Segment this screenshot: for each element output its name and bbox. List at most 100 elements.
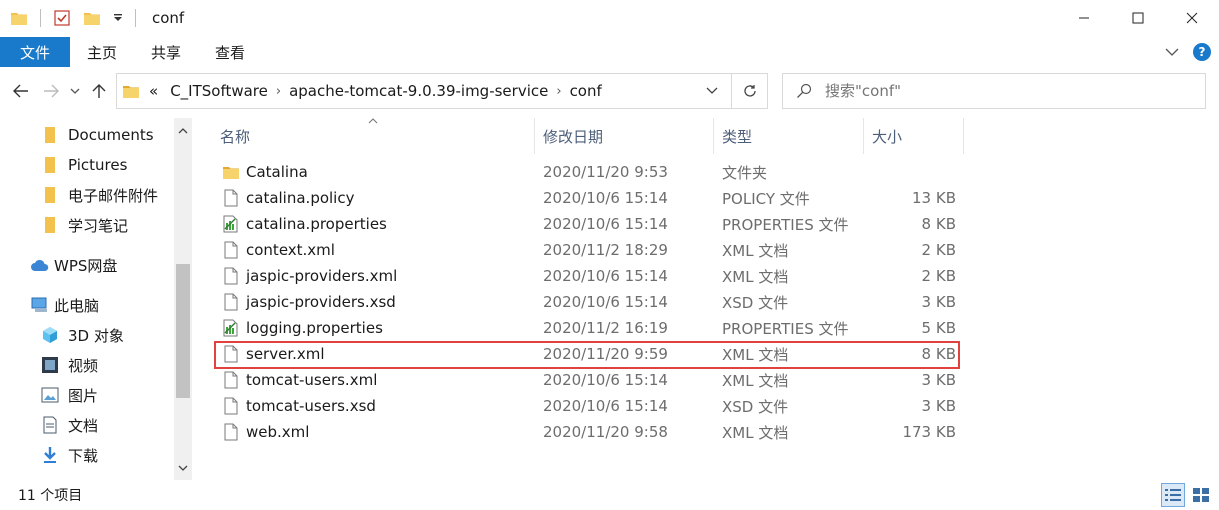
- file-name-cell[interactable]: jaspic-providers.xsd: [212, 292, 535, 312]
- breadcrumb-item[interactable]: conf: [564, 82, 608, 100]
- divider: [40, 9, 41, 27]
- file-name-cell[interactable]: server.xml: [212, 344, 535, 364]
- details-view-icon[interactable]: [1161, 483, 1185, 507]
- chevron-right-icon[interactable]: ›: [274, 84, 283, 99]
- file-name-cell[interactable]: web.xml: [212, 422, 535, 442]
- sidebar-item-label: 文档: [68, 416, 99, 435]
- file-name-cell[interactable]: context.xml: [212, 240, 535, 260]
- file-name: Catalina: [246, 163, 308, 181]
- column-header-label: 名称: [220, 127, 251, 146]
- video-icon: [40, 355, 60, 375]
- properties-file-icon: [222, 318, 240, 338]
- chevron-right-icon[interactable]: ›: [554, 84, 563, 99]
- ribbon-right: ?: [1165, 37, 1211, 67]
- column-header-name[interactable]: 名称: [212, 118, 535, 154]
- file-row[interactable]: jaspic-providers.xml 2020/10/6 15:14 XML 文…: [212, 263, 964, 289]
- tab-view[interactable]: 查看: [198, 37, 262, 67]
- file-name-cell[interactable]: Catalina: [212, 162, 535, 182]
- properties-check-icon[interactable]: [53, 9, 71, 27]
- file-row[interactable]: context.xml 2020/11/2 18:29 XML 文档 2 KB: [212, 237, 964, 263]
- up-arrow-icon[interactable]: [88, 80, 110, 102]
- properties-file-icon: [222, 214, 240, 234]
- file-icon: [222, 188, 240, 208]
- file-type: XML 文档: [722, 345, 789, 364]
- window-controls: [1057, 0, 1219, 36]
- file-name-cell[interactable]: logging.properties: [212, 318, 535, 338]
- quick-access-toolbar: [10, 9, 148, 27]
- sidebar-item-study-notes[interactable]: 学习笔记: [40, 211, 196, 239]
- file-row[interactable]: server.xml 2020/11/20 9:59 XML 文档 8 KB: [212, 341, 964, 367]
- sidebar-item-wps-drive[interactable]: WPS网盘: [30, 251, 196, 279]
- refresh-button[interactable]: [731, 74, 767, 108]
- expand-ribbon-icon[interactable]: [1165, 43, 1179, 61]
- navigation-pane: Documents Pictures 电子邮件附件 学习笔记 WPS网盘 此电脑…: [0, 118, 196, 480]
- file-row[interactable]: catalina.policy 2020/10/6 15:14 POLICY 文件 1…: [212, 185, 964, 211]
- column-header-type[interactable]: 类型: [714, 118, 864, 154]
- folder-icon: [123, 84, 139, 98]
- customize-dropdown-icon[interactable]: [113, 9, 123, 27]
- maximize-button[interactable]: [1111, 0, 1165, 36]
- sidebar-item-label: 视频: [68, 356, 99, 375]
- nav-scrollbar[interactable]: [174, 118, 192, 480]
- file-type: XML 文档: [722, 371, 789, 390]
- column-header-size[interactable]: 大小: [864, 118, 964, 154]
- sort-ascending-icon: [368, 116, 378, 127]
- large-icons-view-icon[interactable]: [1189, 483, 1213, 507]
- column-header-date[interactable]: 修改日期: [535, 118, 714, 154]
- tab-file[interactable]: 文件: [0, 37, 70, 67]
- file-row[interactable]: tomcat-users.xsd 2020/10/6 15:14 XSD 文件 3 K…: [212, 393, 964, 419]
- folder-icon[interactable]: [10, 9, 28, 27]
- file-name-cell[interactable]: tomcat-users.xml: [212, 370, 535, 390]
- recent-locations-icon[interactable]: [64, 80, 86, 102]
- breadcrumb-overflow[interactable]: «: [143, 82, 164, 100]
- file-row[interactable]: catalina.properties 2020/10/6 15:14 PROPER…: [212, 211, 964, 237]
- file-row[interactable]: Catalina 2020/11/20 9:53 文件夹: [212, 159, 964, 185]
- help-icon[interactable]: ?: [1193, 43, 1211, 61]
- file-name-cell[interactable]: tomcat-users.xsd: [212, 396, 535, 416]
- address-bar[interactable]: « C_ITSoftware › apache-tomcat-9.0.39-im…: [116, 73, 768, 109]
- scrollbar-thumb[interactable]: [176, 264, 190, 398]
- sidebar-item-downloads[interactable]: 下载: [40, 441, 196, 469]
- sidebar-item-3d-objects[interactable]: 3D 对象: [40, 321, 196, 349]
- file-name-cell[interactable]: catalina.properties: [212, 214, 535, 234]
- back-arrow-icon[interactable]: [10, 80, 32, 102]
- new-folder-icon[interactable]: [83, 9, 101, 27]
- sidebar-item-documents[interactable]: Documents: [40, 121, 196, 149]
- tab-home[interactable]: 主页: [70, 37, 134, 67]
- sidebar-item-label: Documents: [68, 126, 154, 144]
- column-header-label: 修改日期: [543, 127, 604, 146]
- sidebar-item-pictures[interactable]: Pictures: [40, 151, 196, 179]
- forward-arrow-icon[interactable]: [40, 80, 62, 102]
- search-box[interactable]: [782, 73, 1206, 109]
- file-row[interactable]: tomcat-users.xml 2020/10/6 15:14 XML 文档 3 K…: [212, 367, 964, 393]
- close-button[interactable]: [1165, 0, 1219, 36]
- breadcrumb-item[interactable]: apache-tomcat-9.0.39-img-service: [283, 82, 554, 100]
- address-dropdown-icon[interactable]: [703, 82, 721, 100]
- search-input[interactable]: [825, 82, 1185, 100]
- file-name-cell[interactable]: jaspic-providers.xml: [212, 266, 535, 286]
- sidebar-item-this-pc[interactable]: 此电脑: [30, 291, 196, 319]
- file-row[interactable]: web.xml 2020/11/20 9:58 XML 文档 173 KB: [212, 419, 964, 445]
- file-size: 3 KB: [921, 371, 956, 389]
- breadcrumb-item[interactable]: C_ITSoftware: [164, 82, 274, 100]
- file-row[interactable]: jaspic-providers.xsd 2020/10/6 15:14 XSD 文…: [212, 289, 964, 315]
- file-date: 2020/10/6 15:14: [543, 267, 668, 285]
- document-icon: [40, 415, 60, 435]
- file-name: jaspic-providers.xml: [246, 267, 398, 285]
- file-name: context.xml: [246, 241, 335, 259]
- sidebar-item-pictures-library[interactable]: 图片: [40, 381, 196, 409]
- file-name: catalina.policy: [246, 189, 355, 207]
- file-icon: [222, 240, 240, 260]
- file-icon: [222, 422, 240, 442]
- file-name-cell[interactable]: catalina.policy: [212, 188, 535, 208]
- chevron-down-icon[interactable]: [174, 458, 192, 478]
- minimize-button[interactable]: [1057, 0, 1111, 36]
- file-size: 173 KB: [902, 423, 956, 441]
- file-date: 2020/11/20 9:58: [543, 423, 668, 441]
- sidebar-item-videos[interactable]: 视频: [40, 351, 196, 379]
- tab-share[interactable]: 共享: [134, 37, 198, 67]
- chevron-up-icon[interactable]: [174, 120, 192, 140]
- file-row[interactable]: logging.properties 2020/11/2 16:19 PROPERT…: [212, 315, 964, 341]
- sidebar-item-documents-library[interactable]: 文档: [40, 411, 196, 439]
- sidebar-item-email-attachments[interactable]: 电子邮件附件: [40, 181, 196, 209]
